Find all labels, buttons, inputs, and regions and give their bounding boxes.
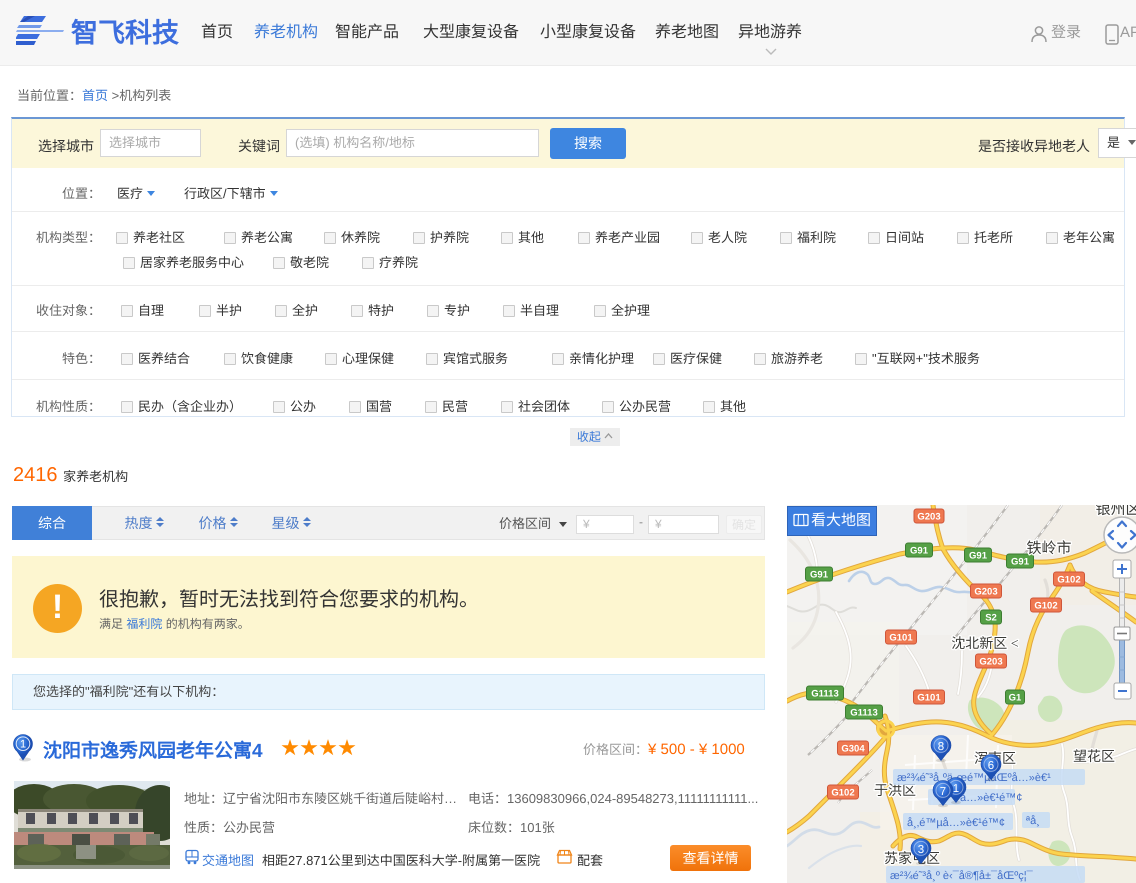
svg-text:G203: G203 <box>974 587 997 598</box>
svg-text:G1113: G1113 <box>811 689 838 700</box>
svg-text:G91: G91 <box>910 546 929 557</box>
svg-text:望花区: 望花区 <box>1073 746 1115 766</box>
svg-text:G203: G203 <box>979 657 1002 668</box>
svg-text:G102: G102 <box>1034 601 1057 612</box>
svg-text:G91: G91 <box>810 570 829 581</box>
svg-text:ªå¸: ªå¸ <box>1026 815 1040 827</box>
svg-text:G91: G91 <box>969 551 988 562</box>
svg-text:7: 7 <box>940 786 946 798</box>
svg-text:智飞科技: 智飞科技 <box>71 13 180 49</box>
svg-text:G102: G102 <box>831 788 854 799</box>
svg-text:å¸‚é™µå…»è€¹é™¢: å¸‚é™µå…»è€¹é™¢ <box>907 817 1005 829</box>
svg-text:G102: G102 <box>1057 575 1080 586</box>
svg-text:G101: G101 <box>889 633 913 644</box>
svg-text:1: 1 <box>20 739 26 751</box>
svg-text:G203: G203 <box>917 512 940 523</box>
svg-text:G1113: G1113 <box>850 708 877 719</box>
svg-text:银州区: 银州区 <box>1095 505 1136 519</box>
svg-text:æ²¾é˜³å¸º è‹¯å®¶å±¯åŒºç¦¯: æ²¾é˜³å¸º è‹¯å®¶å±¯åŒºç¦¯ <box>890 870 1034 882</box>
svg-text:å…»è€¹é™¢: å…»è€¹é™¢ <box>960 792 1022 804</box>
svg-text:3: 3 <box>918 844 924 856</box>
svg-text:沈北新区 <: 沈北新区 < <box>951 633 1018 653</box>
svg-text:G101: G101 <box>917 693 941 704</box>
svg-text:G91: G91 <box>1011 557 1030 568</box>
svg-text:1: 1 <box>953 783 959 795</box>
svg-text:G304: G304 <box>841 744 865 755</box>
svg-text:G1: G1 <box>1009 693 1022 704</box>
svg-text:æ²¾é˜³å¸ºä¸œé™µåŒºå…»è€¹: æ²¾é˜³å¸ºä¸œé™µåŒºå…»è€¹ <box>897 772 1051 784</box>
svg-text:6: 6 <box>988 760 994 772</box>
svg-text:8: 8 <box>938 741 944 753</box>
svg-text:S2: S2 <box>985 613 997 624</box>
svg-text:铁岭市: 铁岭市 <box>1026 537 1071 558</box>
